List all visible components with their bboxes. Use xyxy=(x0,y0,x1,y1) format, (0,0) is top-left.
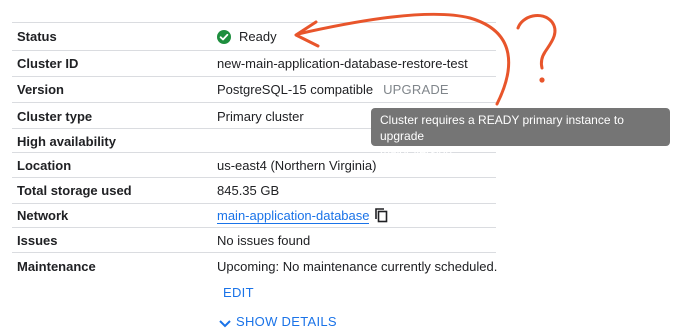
upgrade-button[interactable]: UPGRADE xyxy=(383,82,449,97)
maintenance-value: Upcoming: No maintenance currently sched… xyxy=(217,259,498,274)
show-details-button[interactable]: SHOW DETAILS xyxy=(219,314,337,330)
maintenance-row: Maintenance Upcoming: No maintenance cur… xyxy=(12,253,498,335)
chevron-down-icon xyxy=(219,320,231,328)
check-circle-icon xyxy=(217,30,231,44)
cluster-type-value: Primary cluster xyxy=(217,109,304,124)
tooltip-line-1: Cluster requires a READY primary instanc… xyxy=(380,113,624,143)
network-label: Network xyxy=(17,208,69,223)
storage-row: Total storage used 845.35 GB xyxy=(12,178,496,204)
storage-label: Total storage used xyxy=(17,183,132,198)
version-value: PostgreSQL-15 compatible UPGRADE xyxy=(217,82,449,98)
location-label: Location xyxy=(17,158,72,173)
cluster-id-row: Cluster ID new-main-application-database… xyxy=(12,51,496,77)
network-value: main-application-database xyxy=(217,208,388,227)
copy-icon[interactable] xyxy=(375,208,388,227)
status-label: Status xyxy=(17,29,57,44)
issues-row: Issues No issues found xyxy=(12,228,496,253)
cluster-type-label: Cluster type xyxy=(17,109,93,124)
issues-label: Issues xyxy=(17,233,58,248)
version-text: PostgreSQL-15 compatible xyxy=(217,82,374,97)
maintenance-label: Maintenance xyxy=(17,259,96,274)
version-row: Version PostgreSQL-15 compatible UPGRADE xyxy=(12,77,496,103)
tooltip-line-2: major version xyxy=(380,145,453,159)
network-link[interactable]: main-application-database xyxy=(217,208,370,224)
annotation-question-dot xyxy=(539,77,545,83)
network-row: Network main-application-database xyxy=(12,204,496,228)
location-value: us-east4 (Northern Virginia) xyxy=(217,158,377,173)
edit-maintenance-button[interactable]: EDIT xyxy=(223,285,254,301)
status-row: Status Ready xyxy=(12,23,496,51)
issues-value: No issues found xyxy=(217,233,311,248)
status-text: Ready xyxy=(239,29,277,44)
high-availability-label: High availability xyxy=(17,134,116,149)
show-details-label: SHOW DETAILS xyxy=(236,314,337,329)
cluster-details-table: Status Ready Cluster ID new-main-applica… xyxy=(12,22,498,335)
cluster-id-value: new-main-application-database-restore-te… xyxy=(217,56,468,71)
cluster-id-label: Cluster ID xyxy=(17,56,79,71)
status-value: Ready xyxy=(217,29,277,45)
upgrade-tooltip: Cluster requires a READY primary instanc… xyxy=(371,108,670,159)
version-label: Version xyxy=(17,82,64,97)
cluster-overview: Status Ready Cluster ID new-main-applica… xyxy=(0,0,686,335)
annotation-question-hook xyxy=(516,13,557,70)
storage-value: 845.35 GB xyxy=(217,183,280,198)
